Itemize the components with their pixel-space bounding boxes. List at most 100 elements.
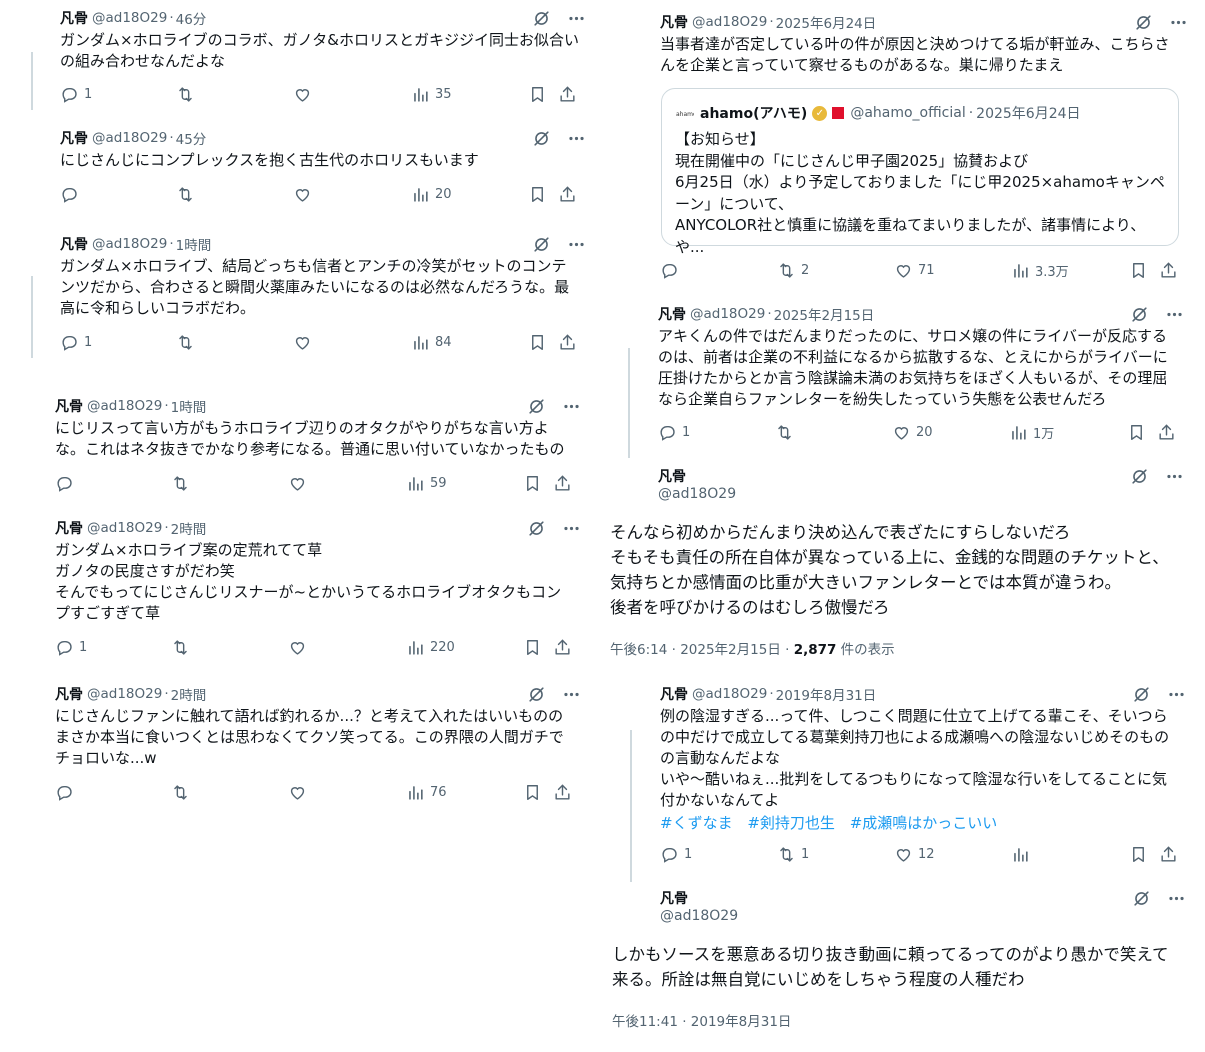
bookmark-button[interactable] <box>528 84 547 104</box>
grok-icon[interactable] <box>527 685 546 704</box>
more-icon[interactable] <box>1167 685 1186 704</box>
tweet[interactable]: 凡骨 @ad18O29 · 1時間 ガンダム×ホロライブ、結局どっちも信者とアン… <box>60 234 580 354</box>
hashtag-link[interactable]: #剣持刀也生 <box>747 814 835 832</box>
like-button[interactable]: 12 <box>894 844 935 864</box>
tweet-time[interactable]: 2025年6月24日 <box>776 12 877 32</box>
bookmark-button[interactable] <box>528 332 547 352</box>
author-name[interactable]: 凡骨 <box>60 234 88 254</box>
reply-button[interactable] <box>660 260 679 280</box>
tweet-time[interactable]: 2時間 <box>171 518 207 538</box>
more-icon[interactable] <box>567 235 586 254</box>
retweet-button[interactable]: 1 <box>777 844 809 864</box>
author-handle[interactable]: @ad18O29 <box>87 520 162 536</box>
tweet[interactable]: 凡骨 @ad18O29 · 2019年8月31日 例の陰湿すぎる...って件、し… <box>660 684 1180 870</box>
reply-button[interactable] <box>55 782 74 802</box>
tweet[interactable]: 凡骨 @ad18O29 · 2025年6月24日 当事者達が否定している叶の件が… <box>660 12 1180 282</box>
share-button[interactable] <box>558 332 577 352</box>
reply-button[interactable]: 1 <box>658 422 690 442</box>
reply-button[interactable]: 1 <box>55 637 87 657</box>
retweet-button[interactable]: 2 <box>777 260 809 280</box>
views-button[interactable]: 220 <box>406 637 455 657</box>
grok-icon[interactable] <box>532 235 551 254</box>
bookmark-button[interactable] <box>1127 422 1146 442</box>
more-icon[interactable] <box>1165 467 1184 486</box>
views-button[interactable]: 84 <box>411 332 452 352</box>
share-button[interactable] <box>553 782 572 802</box>
author-name[interactable]: 凡骨 <box>55 396 83 416</box>
bookmark-button[interactable] <box>523 473 542 493</box>
tweet-timestamp[interactable]: 午後11:41 · 2019年8月31日 <box>612 1010 791 1030</box>
tweet[interactable]: 凡骨 @ad18O29 · 2025年2月15日 アキくんの件ではだんまりだった… <box>658 304 1178 444</box>
quote-author-name[interactable]: ahamo(アハモ) <box>700 103 807 123</box>
author-handle[interactable]: @ad18O29 <box>690 306 765 322</box>
bookmark-button[interactable] <box>528 184 547 204</box>
grok-icon[interactable] <box>527 397 546 416</box>
views-button[interactable]: 20 <box>411 184 452 204</box>
grok-icon[interactable] <box>1132 889 1151 908</box>
retweet-button[interactable] <box>171 782 190 802</box>
author-name[interactable]: 凡骨 <box>660 12 688 32</box>
author-handle[interactable]: @ad18O29 <box>92 236 167 252</box>
reply-button[interactable]: 1 <box>660 844 692 864</box>
tweet[interactable]: 凡骨 @ad18O29 · 2時間 ガンダム×ホロライブ案の定荒れてて草 ガノタ… <box>55 518 575 660</box>
more-icon[interactable] <box>562 519 581 538</box>
author-name[interactable]: 凡骨 <box>658 304 686 324</box>
timestamp-text[interactable]: 午後6:14 · 2025年2月15日 · <box>610 642 794 658</box>
bookmark-button[interactable] <box>1129 260 1148 280</box>
like-button[interactable]: 71 <box>894 260 935 280</box>
grok-icon[interactable] <box>1132 685 1151 704</box>
retweet-button[interactable] <box>775 422 794 442</box>
share-button[interactable] <box>558 184 577 204</box>
reply-button[interactable] <box>55 473 74 493</box>
retweet-button[interactable] <box>171 473 190 493</box>
more-icon[interactable] <box>562 685 581 704</box>
like-button[interactable] <box>293 84 312 104</box>
author-name[interactable]: 凡骨 <box>660 888 688 908</box>
more-icon[interactable] <box>567 9 586 28</box>
author-name[interactable]: 凡骨 <box>60 128 88 148</box>
grok-icon[interactable] <box>532 9 551 28</box>
share-button[interactable] <box>1157 422 1176 442</box>
views-button[interactable]: 1万 <box>1009 422 1054 442</box>
reply-button[interactable] <box>60 184 79 204</box>
retweet-button[interactable] <box>176 184 195 204</box>
more-icon[interactable] <box>1169 13 1188 32</box>
main-tweet[interactable]: 凡骨 @ad18O29 しかもソースを悪意ある切り抜き動画に頼ってるってのがより… <box>612 886 1182 1036</box>
more-icon[interactable] <box>562 397 581 416</box>
tweet[interactable]: 凡骨 @ad18O29 · 46分 ガンダム×ホロライブのコラボ、ガノタ&ホロリ… <box>60 8 580 108</box>
author-handle[interactable]: @ad18O29 <box>87 398 162 414</box>
author-name[interactable]: 凡骨 <box>55 684 83 704</box>
more-icon[interactable] <box>1165 305 1184 324</box>
author-name[interactable]: 凡骨 <box>60 8 88 28</box>
reply-button[interactable]: 1 <box>60 332 92 352</box>
main-tweet[interactable]: 凡骨 @ad18O29 そんなら初めからだんまり決め込んで表ざたにすらしないだろ… <box>610 464 1180 660</box>
reply-button[interactable]: 1 <box>60 84 92 104</box>
bookmark-button[interactable] <box>523 782 542 802</box>
author-handle[interactable]: @ad18O29 <box>92 10 167 26</box>
tweet[interactable]: 凡骨 @ad18O29 · 2時間 にじさんじファンに触れて語れば釣れるか...… <box>55 684 575 804</box>
grok-icon[interactable] <box>532 129 551 148</box>
quoted-tweet[interactable]: ahamo ahamo(アハモ) ✓ @ahamo_official · 202… <box>661 88 1179 256</box>
tweet-time[interactable]: 2025年2月15日 <box>774 304 875 324</box>
bookmark-button[interactable] <box>523 637 542 657</box>
hashtag-link[interactable]: #成瀬鳴はかっこいい <box>850 814 998 832</box>
views-button[interactable]: 76 <box>406 782 447 802</box>
author-handle[interactable]: @ad18O29 <box>660 908 738 924</box>
tweet-time[interactable]: 46分 <box>176 8 207 28</box>
grok-icon[interactable] <box>527 519 546 538</box>
more-icon[interactable] <box>567 129 586 148</box>
share-button[interactable] <box>553 473 572 493</box>
views-button[interactable] <box>1011 844 1030 864</box>
author-name[interactable]: 凡骨 <box>658 466 686 486</box>
author-handle[interactable]: @ad18O29 <box>92 130 167 146</box>
author-handle[interactable]: @ad18O29 <box>87 686 162 702</box>
author-handle[interactable]: @ad18O29 <box>692 686 767 702</box>
views-button[interactable]: 59 <box>406 473 447 493</box>
tweet[interactable]: 凡骨 @ad18O29 · 45分 にじさんじにコンプレックスを抱く古生代のホロ… <box>60 128 580 208</box>
views-button[interactable]: 3.3万 <box>1011 260 1069 280</box>
grok-icon[interactable] <box>1130 305 1149 324</box>
like-button[interactable]: 20 <box>892 422 933 442</box>
author-handle[interactable]: @ad18O29 <box>658 486 736 502</box>
retweet-button[interactable] <box>176 84 195 104</box>
author-name[interactable]: 凡骨 <box>660 684 688 704</box>
